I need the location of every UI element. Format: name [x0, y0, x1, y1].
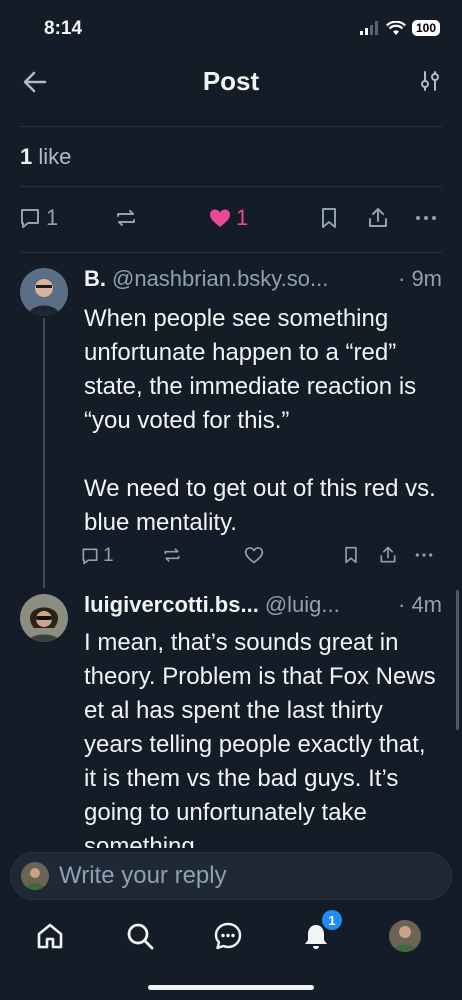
avatar[interactable] — [20, 268, 68, 316]
tab-home[interactable] — [30, 916, 70, 956]
author-name[interactable]: B. — [84, 266, 106, 292]
speech-bubble-icon — [82, 548, 98, 565]
avatar — [389, 920, 421, 952]
cellular-signal-icon — [359, 21, 378, 35]
tab-chat[interactable] — [208, 916, 248, 956]
reply-count: 1 — [46, 205, 59, 230]
likes-label: like — [38, 144, 72, 169]
bookmark-icon — [345, 546, 357, 564]
repost-icon — [164, 548, 180, 562]
share-icon — [380, 546, 396, 563]
user-avatar-image — [21, 862, 49, 890]
tab-notifications[interactable]: 1 — [296, 910, 342, 956]
thread-settings-button[interactable] — [418, 69, 442, 93]
reply-input-placeholder[interactable]: Write your reply — [59, 862, 227, 890]
reply-meta[interactable]: luigivercotti.bs... @luig... · 4m — [84, 592, 442, 618]
ellipsis-icon — [415, 553, 433, 557]
notifications-badge: 1 — [322, 910, 342, 930]
avatar[interactable] — [20, 594, 68, 642]
repost-button[interactable] — [162, 545, 182, 565]
author-handle[interactable]: @nashbrian.bsky.so... — [112, 266, 392, 292]
more-options-button[interactable] — [414, 545, 434, 565]
post-time: · 4m — [398, 592, 442, 617]
home-indicator[interactable] — [148, 985, 314, 990]
post-text: When people see something unfortunate ha… — [84, 305, 436, 536]
tab-profile[interactable] — [385, 916, 425, 956]
ellipsis-icon — [416, 216, 436, 220]
battery-indicator: 100 — [411, 20, 440, 36]
like-button[interactable] — [244, 545, 264, 565]
speech-bubble-icon — [21, 209, 39, 228]
thread-connector-line — [43, 318, 45, 588]
status-icons: 100 — [359, 20, 440, 36]
share-icon — [369, 208, 387, 227]
status-time: 8:14 — [44, 18, 83, 39]
heart-outline-icon — [244, 547, 264, 564]
scrollbar[interactable] — [456, 590, 459, 730]
page-title: Post — [202, 66, 260, 96]
like-count: 1 — [236, 205, 249, 230]
author-handle[interactable]: @luig... — [265, 592, 392, 618]
reply-count: 1 — [103, 545, 114, 566]
search-icon — [127, 923, 154, 950]
author-name[interactable]: luigivercotti.bs... — [84, 592, 259, 618]
wifi-icon — [385, 20, 406, 35]
bookmark-button[interactable] — [318, 206, 340, 230]
user-avatar-image — [20, 594, 68, 642]
reply-button[interactable]: 1 — [80, 545, 114, 567]
heart-filled-icon — [210, 209, 230, 227]
sliders-icon — [421, 71, 439, 91]
post-header: Post — [0, 60, 462, 104]
bookmark-button[interactable] — [342, 545, 360, 565]
divider — [20, 252, 442, 253]
more-options-button[interactable] — [414, 206, 438, 230]
tab-search[interactable] — [120, 916, 160, 956]
repost-icon — [117, 210, 135, 226]
reply-action-bar: 1 — [80, 545, 442, 571]
post-action-bar: 1 1 — [18, 200, 444, 236]
divider — [20, 126, 442, 127]
divider — [20, 186, 442, 187]
post-text: I mean, that’s sounds great in theory. P… — [84, 629, 442, 848]
share-button[interactable] — [378, 545, 398, 565]
share-button[interactable] — [366, 206, 390, 230]
repost-button[interactable] — [114, 206, 138, 230]
reply-meta[interactable]: B. @nashbrian.bsky.so... · 9m — [84, 266, 442, 292]
user-avatar-image — [389, 920, 421, 952]
likes-count: 1 — [20, 144, 33, 169]
reply-composer[interactable]: Write your reply — [10, 852, 452, 900]
user-avatar-image — [20, 268, 68, 316]
like-button[interactable]: 1 — [208, 205, 248, 231]
post-time: · 9m — [398, 266, 442, 291]
status-bar: 8:14 100 — [0, 0, 462, 60]
chat-bubble-icon — [214, 922, 242, 950]
reply-button[interactable]: 1 — [18, 205, 58, 231]
bookmark-icon — [322, 208, 336, 228]
likes-summary[interactable]: 1 like — [20, 144, 71, 170]
home-icon — [37, 923, 63, 949]
avatar — [21, 862, 49, 890]
